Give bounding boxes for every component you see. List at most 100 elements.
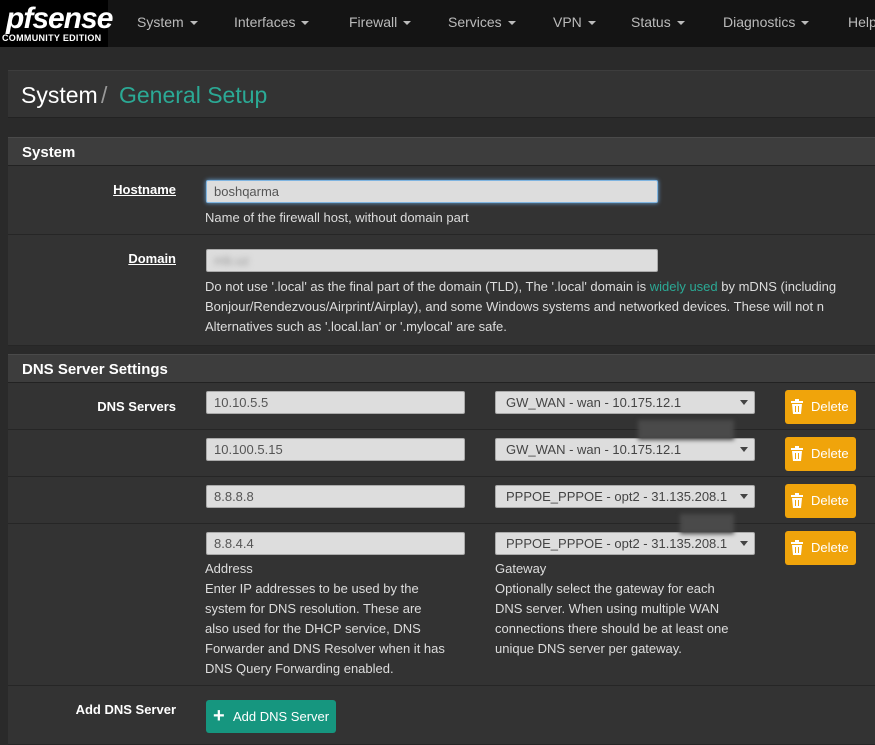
domain-help-text-3: Bonjour/Rendezvous/Airprint/Airplay), an… [205, 299, 824, 314]
dns-server-row: DNS Servers 10.10.5.5 GW_WAN - wan - 10.… [8, 383, 875, 430]
domain-value: mb.uz [214, 253, 250, 268]
redaction-mark [680, 514, 734, 534]
domain-help: Do not use '.local' as the final part of… [205, 277, 836, 337]
hostname-help: Name of the firewall host, without domai… [205, 210, 469, 225]
delete-label: Delete [811, 446, 849, 461]
dns-address-value: 10.10.5.5 [214, 395, 269, 410]
dns-gateway-select[interactable]: PPPOE_PPPOE - opt2 - 31.135.208.1 [495, 485, 755, 508]
address-help-line: DNS Query Forwarding enabled. [205, 661, 394, 676]
caret-down-icon [189, 21, 198, 26]
dns-address-input[interactable]: 8.8.4.4 [206, 532, 465, 555]
logo-edition: COMMUNITY EDITION [2, 33, 102, 43]
nav-diagnostics[interactable]: Diagnostics [723, 14, 810, 30]
domain-label: Domain [128, 251, 176, 266]
dns-gateway-value: PPPOE_PPPOE - opt2 - 31.135.208.1 [506, 489, 728, 504]
widely-used-link[interactable]: widely used [650, 279, 718, 294]
trash-icon [791, 446, 803, 461]
delete-label: Delete [811, 540, 849, 555]
dns-gateway-value: GW_WAN - wan - 10.175.12.1 [506, 442, 682, 457]
logo-wordmark: pfsense [6, 2, 113, 35]
system-panel-title: System [22, 144, 76, 161]
caret-down-icon [587, 21, 596, 26]
nav-vpn[interactable]: VPN [553, 14, 596, 30]
nav-firewall[interactable]: Firewall [349, 14, 412, 30]
address-help-line: Enter IP addresses to be used by the [205, 581, 419, 596]
nav-firewall-label: Firewall [349, 14, 398, 30]
nav-interfaces-label: Interfaces [234, 14, 296, 30]
top-navbar: pfsense COMMUNITY EDITION System Interfa… [0, 0, 875, 47]
domain-help-text-2: by mDNS (including [721, 279, 837, 294]
delete-dns-button[interactable]: Delete [785, 390, 856, 424]
address-help-title: Address [205, 561, 253, 576]
delete-dns-button[interactable]: Delete [785, 531, 856, 565]
gateway-help: Gateway Optionally select the gateway fo… [495, 559, 728, 659]
delete-dns-button[interactable]: Delete [785, 437, 856, 471]
address-help: Address Enter IP addresses to be used by… [205, 559, 445, 679]
hostname-value: boshqarma [214, 184, 280, 199]
trash-icon [791, 493, 803, 508]
system-panel-heading: System [8, 137, 875, 166]
nav-help[interactable]: Help [848, 14, 875, 30]
caret-down-icon [801, 21, 810, 26]
dns-address-input[interactable]: 10.10.5.5 [206, 391, 465, 414]
nav-services[interactable]: Services [448, 14, 516, 30]
nav-status[interactable]: Status [631, 14, 685, 30]
gateway-help-line: unique DNS server per gateway. [495, 641, 682, 656]
dns-address-value: 8.8.8.8 [214, 489, 254, 504]
add-dns-button-label: Add DNS Server [233, 709, 330, 724]
gateway-help-line: Optionally select the gateway for each [495, 581, 715, 596]
nav-interfaces[interactable]: Interfaces [234, 14, 310, 30]
gateway-help-line: connections there should be at least one [495, 621, 729, 636]
nav-vpn-label: VPN [553, 14, 582, 30]
add-dns-row: Add DNS Server [8, 686, 875, 745]
caret-down-icon [676, 21, 685, 26]
hostname-input[interactable]: boshqarma [206, 180, 658, 203]
delete-dns-button[interactable]: Delete [785, 484, 856, 518]
dns-gateway-select[interactable]: GW_WAN - wan - 10.175.12.1 [495, 391, 755, 414]
dns-gateway-select[interactable]: GW_WAN - wan - 10.175.12.1 [495, 438, 755, 461]
hostname-label: Hostname [113, 182, 176, 197]
address-help-line: system for DNS resolution. These are [205, 601, 422, 616]
chevron-down-icon [740, 494, 748, 499]
caret-down-icon [507, 21, 516, 26]
nav-status-label: Status [631, 14, 671, 30]
nav-help-label: Help [848, 14, 875, 30]
nav-system[interactable]: System [137, 14, 198, 30]
chevron-down-icon [740, 541, 748, 546]
chevron-down-icon [740, 447, 748, 452]
plus-icon: + [213, 705, 225, 727]
trash-icon [791, 399, 803, 414]
dns-server-row: 8.8.4.4 PPPOE_PPPOE - opt2 - 31.135.208.… [8, 524, 875, 686]
address-help-line: also used for the DHCP service, DNS [205, 621, 421, 636]
dns-panel-title: DNS Server Settings [22, 361, 168, 378]
address-help-line: Forwarder and DNS Resolver when it has [205, 641, 445, 656]
pfsense-logo[interactable]: pfsense COMMUNITY EDITION [0, 0, 113, 47]
domain-input[interactable]: mb.uz [206, 249, 658, 272]
chevron-down-icon [740, 400, 748, 405]
domain-help-text-4: Alternatives such as '.local.lan' or '.m… [205, 319, 507, 334]
redaction-mark [638, 420, 734, 440]
delete-label: Delete [811, 493, 849, 508]
add-dns-label: Add DNS Server [75, 702, 176, 717]
hostname-row: Hostname boshqarma Name of the firewall … [8, 166, 875, 235]
dns-gateway-value: GW_WAN - wan - 10.175.12.1 [506, 395, 682, 410]
domain-row: Domain mb.uz Do not use '.local' as the … [8, 235, 875, 346]
caret-down-icon [403, 21, 412, 26]
nav-diagnostics-label: Diagnostics [723, 14, 796, 30]
gateway-help-title: Gateway [495, 561, 547, 576]
dns-address-value: 8.8.4.4 [214, 536, 254, 551]
dns-server-row: 10.100.5.15 GW_WAN - wan - 10.175.12.1 D… [8, 430, 875, 477]
breadcrumb-root[interactable]: System [21, 82, 98, 109]
add-dns-server-button[interactable]: + Add DNS Server [206, 700, 336, 733]
dns-gateway-select[interactable]: PPPOE_PPPOE - opt2 - 31.135.208.1 [495, 532, 755, 555]
breadcrumb: System / General Setup [8, 70, 875, 118]
nav-services-label: Services [448, 14, 502, 30]
dns-servers-label: DNS Servers [97, 399, 176, 414]
dns-address-input[interactable]: 8.8.8.8 [206, 485, 465, 508]
dns-address-input[interactable]: 10.100.5.15 [206, 438, 465, 461]
caret-down-icon [301, 21, 310, 26]
dns-panel-heading: DNS Server Settings [8, 354, 875, 383]
page-title[interactable]: General Setup [119, 82, 267, 109]
dns-address-value: 10.100.5.15 [214, 442, 283, 457]
delete-label: Delete [811, 399, 849, 414]
